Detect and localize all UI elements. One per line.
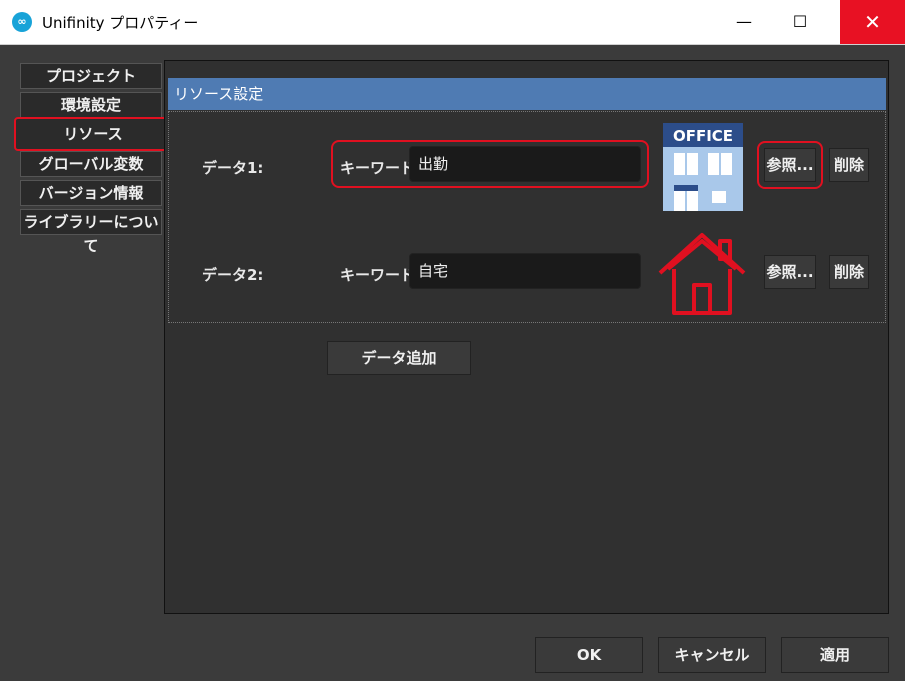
- delete2-button[interactable]: 削除: [829, 255, 869, 289]
- minimize-button[interactable]: —: [721, 0, 767, 44]
- title-bar: ∞ Unifinity プロパティー — ☐ ✕: [0, 0, 905, 45]
- tab-resources[interactable]: リソース: [14, 117, 172, 151]
- tab-environment[interactable]: 環境設定: [20, 92, 162, 118]
- browse1-button[interactable]: 参照...: [764, 148, 816, 182]
- tab-global-variables[interactable]: グローバル変数: [20, 151, 162, 177]
- office-sign-text: OFFICE: [673, 127, 733, 145]
- keyword2-input[interactable]: 自宅: [409, 253, 641, 289]
- add-data-button[interactable]: データ追加: [327, 341, 471, 375]
- ok-button[interactable]: OK: [535, 637, 643, 673]
- apply-button[interactable]: 適用: [781, 637, 889, 673]
- tab-version-info[interactable]: バージョン情報: [20, 180, 162, 206]
- section-header: リソース設定: [168, 78, 886, 110]
- window-title: Unifinity プロパティー: [42, 14, 199, 32]
- keyword1-input[interactable]: 出勤: [409, 146, 641, 182]
- close-button[interactable]: ✕: [840, 0, 905, 44]
- delete1-button[interactable]: 削除: [829, 148, 869, 182]
- browse2-button[interactable]: 参照...: [764, 255, 816, 289]
- tab-project[interactable]: プロジェクト: [20, 63, 162, 89]
- cancel-button[interactable]: キャンセル: [658, 637, 766, 673]
- data2-label: データ2:: [202, 266, 264, 284]
- office-image: OFFICE: [663, 123, 743, 211]
- tab-about-library[interactable]: ライブラリーについて: [20, 209, 162, 255]
- data1-label: データ1:: [202, 159, 264, 177]
- house-image: [658, 233, 746, 315]
- maximize-button[interactable]: ☐: [777, 0, 823, 44]
- unifinity-app-icon: ∞: [12, 12, 32, 32]
